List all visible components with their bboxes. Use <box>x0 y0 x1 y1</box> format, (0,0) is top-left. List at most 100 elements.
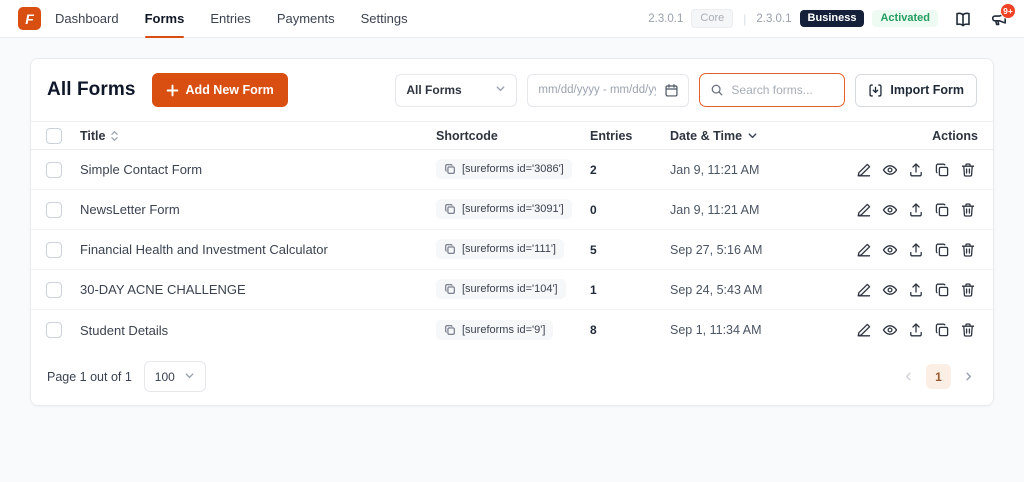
shortcode-copy-button[interactable]: [sureforms id='3091'] <box>436 199 572 219</box>
sureforms-logo[interactable]: F <box>18 7 41 30</box>
date-time: Sep 27, 5:16 AM <box>670 242 763 257</box>
table-row: Simple Contact Form [sureforms id='3086'… <box>31 150 993 190</box>
search-box[interactable] <box>699 73 846 107</box>
shortcode-copy-button[interactable]: [sureforms id='111'] <box>436 239 564 259</box>
core-badge: Core <box>691 9 734 28</box>
entries-count[interactable]: 1 <box>590 283 666 297</box>
shortcode-copy-button[interactable]: [sureforms id='104'] <box>436 279 566 299</box>
row-checkbox[interactable] <box>46 201 62 218</box>
topbar: F Dashboard Forms Entries Payments Setti… <box>0 0 1024 38</box>
view-button[interactable] <box>880 160 900 180</box>
export-upload-icon <box>910 162 922 176</box>
edit-button[interactable] <box>854 160 874 180</box>
column-header-actions: Actions <box>932 128 978 143</box>
announcements-megaphone-icon[interactable]: 9+ <box>990 2 1016 28</box>
row-checkbox[interactable] <box>46 322 62 338</box>
export-button[interactable] <box>906 320 926 340</box>
row-checkbox[interactable] <box>46 241 62 258</box>
duplicate-button[interactable] <box>932 200 952 220</box>
edit-pencil-icon <box>857 323 871 337</box>
table-header: Title Shortcode Entries Date & Time Acti… <box>31 121 993 150</box>
delete-button[interactable] <box>958 280 978 300</box>
version-divider: | <box>743 11 747 26</box>
shortcode-copy-button[interactable]: [sureforms id='3086'] <box>436 159 572 179</box>
nav-item[interactable]: Forms <box>144 0 184 38</box>
view-button[interactable] <box>880 280 900 300</box>
nav-item[interactable]: Payments <box>277 0 335 37</box>
duplicate-copy-icon <box>935 203 949 216</box>
view-button[interactable] <box>880 240 900 260</box>
date-time: Sep 1, 11:34 AM <box>670 323 762 337</box>
shortcode-copy-button[interactable]: [sureforms id='9'] <box>436 319 554 340</box>
column-header-title[interactable]: Title <box>80 129 432 143</box>
duplicate-copy-icon <box>935 163 949 176</box>
next-page-button[interactable] <box>960 368 977 385</box>
per-page-select[interactable]: 100 <box>143 361 206 392</box>
search-input[interactable] <box>731 83 832 97</box>
copy-icon <box>445 284 455 294</box>
pro-version: 2.3.0.1 <box>756 12 792 25</box>
entries-count[interactable]: 0 <box>590 203 666 217</box>
chevron-down-icon <box>184 370 195 384</box>
row-actions <box>850 200 978 220</box>
edit-button[interactable] <box>854 280 874 300</box>
delete-button[interactable] <box>958 200 978 220</box>
nav-item[interactable]: Entries <box>210 0 250 37</box>
table-footer: Page 1 out of 1 100 1 <box>31 350 993 405</box>
export-button[interactable] <box>906 280 926 300</box>
row-actions <box>850 320 978 340</box>
duplicate-button[interactable] <box>932 280 952 300</box>
entries-count[interactable]: 5 <box>590 243 666 257</box>
delete-button[interactable] <box>958 160 978 180</box>
entries-count[interactable]: 2 <box>590 163 666 177</box>
edit-button[interactable] <box>854 200 874 220</box>
import-form-button[interactable]: Import Form <box>855 73 977 107</box>
export-upload-icon <box>910 323 922 337</box>
table-row: Student Details [sureforms id='9'] 8 Sep… <box>31 310 993 350</box>
export-button[interactable] <box>906 160 926 180</box>
delete-button[interactable] <box>958 240 978 260</box>
edit-button[interactable] <box>854 320 874 340</box>
form-title[interactable]: Student Details <box>80 323 432 338</box>
form-title[interactable]: NewsLetter Form <box>80 202 432 217</box>
date-range-picker[interactable] <box>527 73 690 107</box>
duplicate-button[interactable] <box>932 240 952 260</box>
sort-icon[interactable] <box>110 130 119 142</box>
nav-item[interactable]: Dashboard <box>55 0 119 37</box>
trash-icon <box>961 202 975 217</box>
column-header-datetime[interactable]: Date & Time <box>670 129 846 143</box>
topbar-right: 2.3.0.1 Core | 2.3.0.1 Business Activate… <box>648 2 1016 28</box>
row-checkbox[interactable] <box>46 281 62 298</box>
page-info: Page 1 out of 1 <box>47 369 132 384</box>
previous-page-button[interactable] <box>900 368 917 385</box>
delete-button[interactable] <box>958 320 978 340</box>
copy-icon <box>445 204 455 214</box>
form-title[interactable]: 30-DAY ACNE CHALLENGE <box>80 282 432 297</box>
forms-filter-dropdown[interactable]: All Forms <box>395 73 518 107</box>
trash-icon <box>961 242 975 257</box>
card-toolbar: All Forms Add New Form All Forms mm/dd/y… <box>31 59 993 121</box>
docs-book-icon[interactable] <box>954 10 972 28</box>
select-all-checkbox[interactable] <box>46 127 62 144</box>
table-row: 30-DAY ACNE CHALLENGE [sureforms id='104… <box>31 270 993 310</box>
date-range-input[interactable] <box>538 84 657 96</box>
export-button[interactable] <box>906 200 926 220</box>
row-checkbox[interactable] <box>46 161 62 178</box>
current-page-button[interactable]: 1 <box>926 364 951 389</box>
form-title[interactable]: Financial Health and Investment Calculat… <box>80 242 432 257</box>
entries-count[interactable]: 8 <box>590 323 666 337</box>
form-title[interactable]: Simple Contact Form <box>80 162 432 177</box>
edit-button[interactable] <box>854 240 874 260</box>
toolbar-filters: All Forms mm/dd/yyyy - mm/dd/yyyy Search… <box>395 73 977 107</box>
duplicate-button[interactable] <box>932 320 952 340</box>
copy-icon <box>445 324 455 335</box>
view-button[interactable] <box>880 320 900 340</box>
export-button[interactable] <box>906 240 926 260</box>
view-button[interactable] <box>880 200 900 220</box>
nav-item[interactable]: Settings <box>361 0 408 37</box>
add-new-form-button[interactable]: Add New Form <box>151 73 288 107</box>
date-time: Sep 24, 5:43 AM <box>670 282 763 297</box>
eye-icon <box>882 204 898 215</box>
eye-icon <box>882 284 898 295</box>
duplicate-button[interactable] <box>932 160 952 180</box>
